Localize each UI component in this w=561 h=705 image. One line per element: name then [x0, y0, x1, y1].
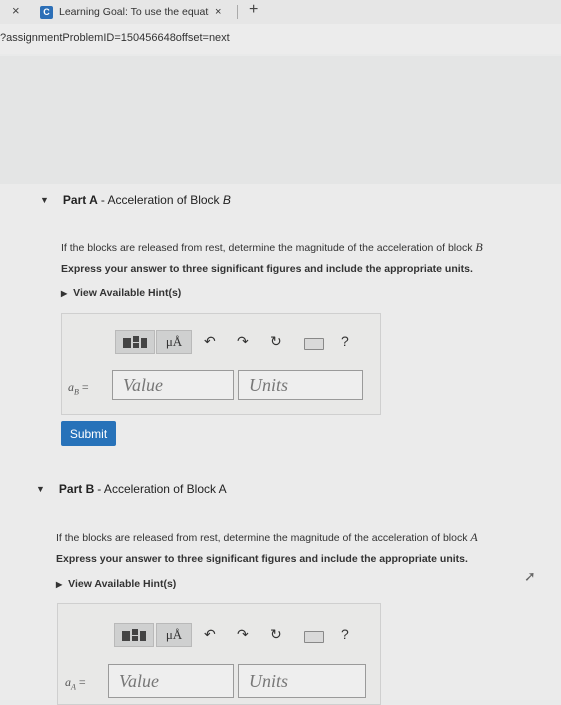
part-a-value-input[interactable]: Value [112, 370, 234, 400]
part-a-hint-toggle[interactable]: ▶ View Available Hint(s) [61, 287, 181, 299]
part-a-variable-label: aB = [68, 380, 89, 397]
part-b-instruction: Express your answer to three significant… [56, 553, 468, 565]
part-b-units-input[interactable]: Units [238, 664, 366, 698]
templates-icon[interactable] [115, 330, 155, 354]
part-a-label: Part A [62, 193, 98, 207]
part-a-hint-label: View Available Hint(s) [73, 287, 182, 299]
caret-down-icon[interactable]: ▼ [40, 195, 49, 205]
tab-separator [237, 5, 238, 19]
help-icon[interactable]: ? [341, 333, 349, 349]
mouse-cursor-icon: ➚ [524, 568, 536, 584]
units-symbol-button[interactable]: μÅ [156, 623, 192, 647]
keyboard-icon[interactable] [304, 631, 324, 643]
part-b-hint-toggle[interactable]: ▶ View Available Hint(s) [56, 578, 176, 590]
part-b-title: - Acceleration of Block A [97, 482, 227, 496]
tab-close-icon[interactable]: × [215, 6, 221, 18]
reset-icon[interactable]: ↻ [270, 626, 282, 643]
part-b-value-input[interactable]: Value [108, 664, 234, 698]
new-tab-button[interactable]: + [249, 1, 258, 19]
browser-tab-bar: × C Learning Goal: To use the equati × + [0, 0, 561, 24]
help-icon[interactable]: ? [341, 626, 349, 642]
caret-down-icon[interactable]: ▼ [36, 484, 45, 494]
keyboard-icon[interactable] [304, 338, 324, 350]
part-a-title: - Acceleration of Block B [100, 193, 231, 207]
redo-icon[interactable]: ↷ [237, 626, 249, 643]
part-a-instruction: Express your answer to three significant… [61, 263, 473, 275]
part-a-question: If the blocks are released from rest, de… [61, 240, 483, 254]
part-a-units-input[interactable]: Units [238, 370, 363, 400]
part-a-header[interactable]: ▼ Part A - Acceleration of Block B [40, 193, 231, 207]
close-icon[interactable]: × [12, 3, 20, 18]
address-bar[interactable]: ?assignmentProblemID=150456648offset=nex… [0, 24, 561, 54]
page-top-area [0, 56, 561, 184]
undo-icon[interactable]: ↶ [204, 333, 216, 350]
caret-right-icon: ▶ [56, 579, 63, 589]
part-b-header[interactable]: ▼ Part B - Acceleration of Block A [36, 482, 227, 496]
caret-right-icon: ▶ [61, 288, 68, 298]
submit-button[interactable]: Submit [61, 421, 116, 446]
url-text[interactable]: ?assignmentProblemID=150456648offset=nex… [0, 32, 230, 44]
reset-icon[interactable]: ↻ [270, 333, 282, 350]
part-b-question: If the blocks are released from rest, de… [56, 530, 478, 544]
part-b-label: Part B [58, 482, 95, 496]
templates-icon[interactable] [114, 623, 154, 647]
favicon-icon: C [40, 5, 53, 19]
redo-icon[interactable]: ↷ [237, 333, 249, 350]
part-b-hint-label: View Available Hint(s) [68, 578, 177, 590]
tab-title: Learning Goal: To use the equati [59, 6, 209, 18]
units-symbol-button[interactable]: μÅ [156, 330, 192, 354]
undo-icon[interactable]: ↶ [204, 626, 216, 643]
browser-tab[interactable]: C Learning Goal: To use the equati × [34, 2, 236, 22]
part-b-variable-label: aA = [65, 675, 86, 692]
